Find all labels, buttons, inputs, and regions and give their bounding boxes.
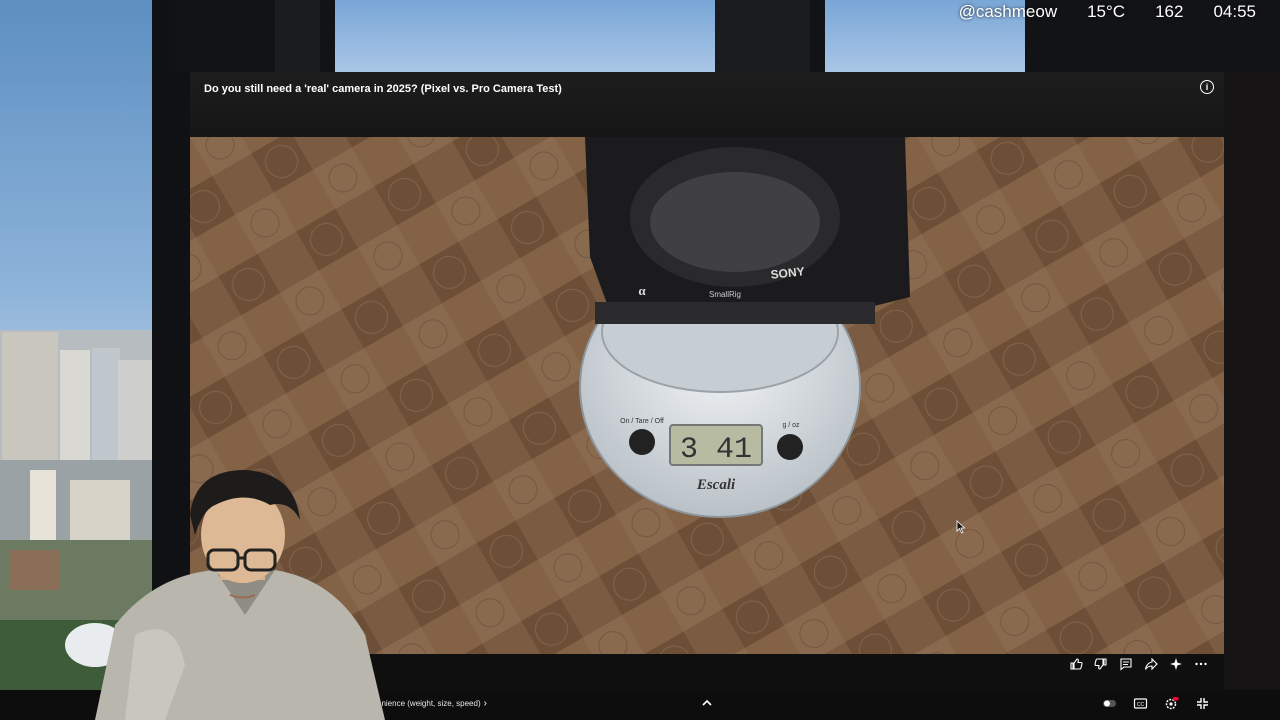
mouse-pointer-icon bbox=[956, 520, 966, 534]
chapter-title[interactable]: venience (weight, size, speed) › bbox=[373, 698, 487, 709]
more-icon[interactable] bbox=[1194, 657, 1208, 671]
video-title[interactable]: Do you still need a 'real' camera in 202… bbox=[204, 83, 562, 95]
camera-mark: α bbox=[638, 283, 646, 298]
stream-overlay: @cashmeow 15°C 162 04:55 bbox=[959, 0, 1280, 24]
clock-text: 04:55 bbox=[1213, 2, 1256, 21]
handle-text: @cashmeow bbox=[958, 2, 1058, 21]
svg-text:CC: CC bbox=[1137, 702, 1145, 708]
info-icon[interactable]: i bbox=[1200, 80, 1214, 94]
chapter-label: venience (weight, size, speed) bbox=[373, 699, 481, 708]
dislike-icon[interactable] bbox=[1094, 657, 1108, 671]
comment-icon[interactable] bbox=[1119, 657, 1133, 671]
rig-brand: SmallRig bbox=[709, 290, 741, 299]
right-controls: CC bbox=[1102, 696, 1210, 711]
title-bar: Do you still need a 'real' camera in 202… bbox=[190, 72, 1224, 137]
settings-icon[interactable] bbox=[1164, 696, 1179, 711]
sparkle-icon[interactable] bbox=[1169, 657, 1183, 671]
temperature-text: 15°C bbox=[1087, 2, 1126, 21]
autoplay-icon[interactable] bbox=[1102, 696, 1117, 711]
scale-right-label: g / oz bbox=[782, 422, 800, 429]
share-icon[interactable] bbox=[1144, 657, 1158, 671]
presenter-webcam bbox=[95, 470, 385, 720]
fullscreen-exit-icon[interactable] bbox=[1195, 696, 1210, 711]
scale-display: 3 41 bbox=[680, 433, 752, 467]
chapter-arrow-icon: › bbox=[483, 698, 487, 709]
scale-left-label: On / Tare / Off bbox=[620, 418, 664, 425]
like-icon[interactable] bbox=[1069, 657, 1083, 671]
captions-icon[interactable]: CC bbox=[1133, 696, 1148, 711]
count-text: 162 bbox=[1155, 2, 1184, 21]
scale-brand: Escali bbox=[696, 477, 736, 493]
right-wall bbox=[1224, 72, 1280, 720]
chevron-up-icon[interactable] bbox=[700, 696, 714, 710]
